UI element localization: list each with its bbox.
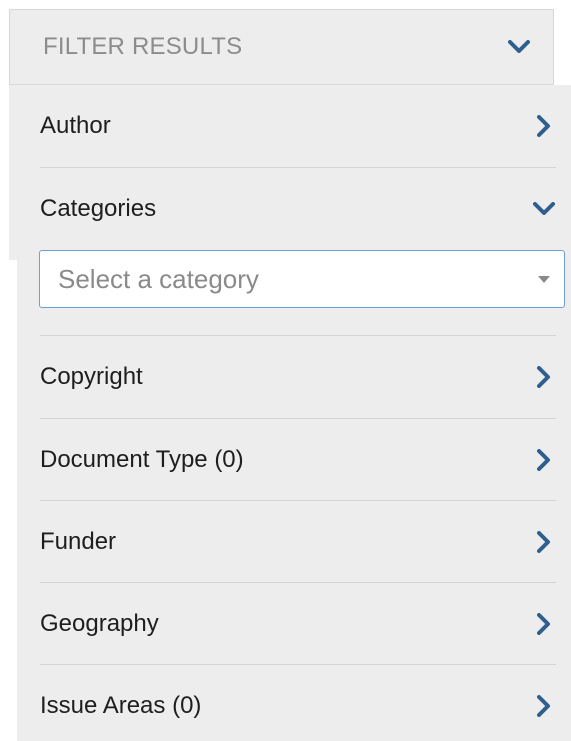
chevron-right-icon[interactable] (532, 365, 556, 389)
panel-edge (9, 85, 17, 260)
filter-label: Funder (40, 528, 117, 555)
chevron-right-icon[interactable] (532, 530, 556, 554)
chevron-down-icon[interactable] (507, 35, 531, 59)
chevron-right-icon[interactable] (532, 612, 556, 636)
chevron-right-icon[interactable] (532, 114, 556, 138)
filter-list: Author Categories Select a category Copy… (17, 85, 571, 741)
filter-label: Author (40, 112, 111, 139)
filter-author[interactable]: Author (40, 85, 556, 167)
filter-results-title: FILTER RESULTS (43, 33, 243, 60)
category-select-placeholder: Select a category (58, 263, 259, 294)
filter-label: Categories (40, 195, 157, 222)
filter-geography[interactable]: Geography (40, 583, 556, 665)
chevron-down-icon[interactable] (532, 197, 556, 221)
filter-label: Geography (40, 610, 159, 637)
filter-document-type[interactable]: Document Type (0) (40, 419, 556, 501)
dropdown-caret-icon[interactable] (538, 275, 550, 283)
filter-results-header[interactable]: FILTER RESULTS (9, 9, 554, 85)
filter-panel: FILTER RESULTS Author Categories Select … (0, 0, 571, 741)
filter-copyright[interactable]: Copyright (40, 336, 556, 418)
chevron-right-icon[interactable] (532, 448, 556, 472)
category-select[interactable]: Select a category (39, 250, 565, 308)
chevron-right-icon[interactable] (532, 694, 556, 718)
filter-label: Document Type (0) (40, 446, 244, 473)
filter-funder[interactable]: Funder (40, 501, 556, 583)
filter-categories[interactable]: Categories (40, 168, 556, 250)
filter-label: Issue Areas (0) (40, 692, 202, 719)
filter-label: Copyright (40, 363, 143, 390)
filter-issue-areas[interactable]: Issue Areas (0) (40, 665, 556, 741)
